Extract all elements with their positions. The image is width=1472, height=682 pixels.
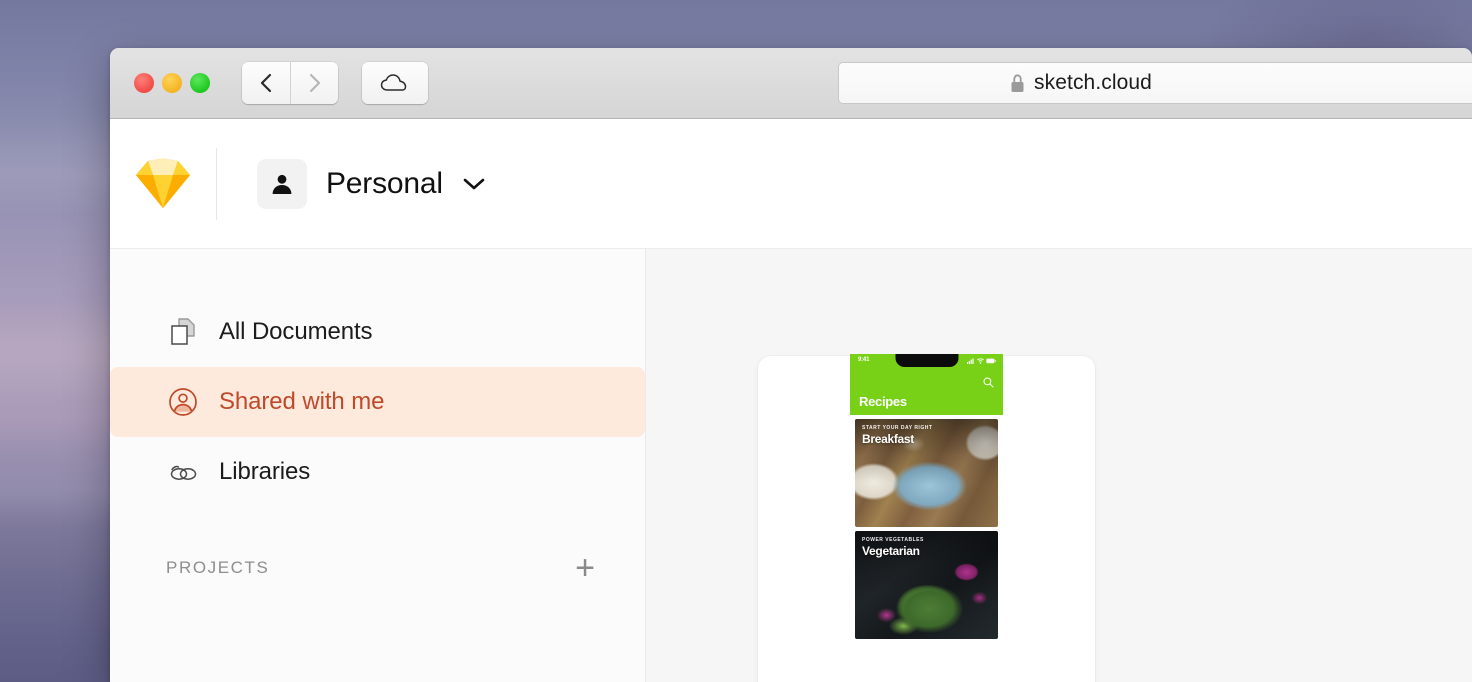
- status-icons: [967, 358, 996, 364]
- phone-nav-title: Recipes: [859, 394, 907, 409]
- cloud-icon: [380, 74, 407, 91]
- close-button[interactable]: [134, 73, 154, 93]
- sidebar-item-label: All Documents: [219, 318, 373, 345]
- main-canvas: 9:41 Recipes START YOUR DAY RIGHT Breakf…: [646, 249, 1472, 682]
- card-title: Vegetarian: [862, 544, 920, 558]
- phone-notch: [895, 354, 958, 367]
- workspace-switcher[interactable]: Personal: [257, 158, 486, 209]
- card-kicker: POWER VEGETABLES: [862, 537, 924, 543]
- card-kicker: START YOUR DAY RIGHT: [862, 425, 933, 431]
- minimize-button[interactable]: [162, 73, 182, 93]
- workspace-name: Personal: [326, 166, 443, 200]
- sketch-logo[interactable]: [110, 119, 216, 248]
- phone-nav-bar: Recipes: [850, 371, 1003, 415]
- browser-window: sketch.cloud Personal All Documents Shar…: [110, 48, 1472, 682]
- document-card[interactable]: 9:41 Recipes START YOUR DAY RIGHT Breakf…: [758, 354, 1095, 682]
- sidebar-item-libraries[interactable]: Libraries: [110, 437, 645, 507]
- sidebar-item-shared-with-me[interactable]: Shared with me: [110, 367, 645, 437]
- forward-button[interactable]: [290, 62, 338, 104]
- chevron-down-icon[interactable]: [462, 176, 486, 191]
- browser-toolbar: sketch.cloud: [110, 48, 1472, 119]
- person-icon: [272, 174, 292, 194]
- documents-icon: [171, 318, 195, 345]
- projects-title: PROJECTS: [166, 558, 270, 577]
- header-divider: [216, 147, 217, 220]
- lock-icon: [1011, 73, 1024, 92]
- recipe-card-breakfast[interactable]: START YOUR DAY RIGHT Breakfast: [855, 419, 998, 527]
- libraries-link-icon: [170, 465, 197, 480]
- window-traffic-lights: [134, 73, 210, 93]
- desktop-background: sketch.cloud Personal All Documents Shar…: [0, 0, 1472, 682]
- sidebar-item-label: Libraries: [219, 458, 311, 485]
- app-header: Personal: [110, 119, 1472, 249]
- recipe-card-vegetarian[interactable]: POWER VEGETABLES Vegetarian: [855, 531, 998, 639]
- url-text: sketch.cloud: [1034, 71, 1152, 94]
- phone-preview: 9:41 Recipes START YOUR DAY RIGHT Breakf…: [850, 354, 1003, 682]
- wifi-icon: [976, 358, 984, 364]
- sidebar-item-label: Shared with me: [219, 388, 385, 415]
- status-time: 9:41: [858, 357, 870, 363]
- chevron-right-icon: [309, 73, 320, 93]
- sketch-diamond-logo: [136, 158, 190, 208]
- sidebar-item-all-documents[interactable]: All Documents: [110, 297, 645, 367]
- shared-person-icon: [169, 388, 197, 416]
- phone-status-bar: 9:41: [850, 354, 1003, 371]
- avatar[interactable]: [257, 158, 307, 209]
- address-bar[interactable]: sketch.cloud: [838, 62, 1472, 104]
- app-body: All Documents Shared with me Libraries P…: [110, 249, 1472, 682]
- projects-section-header: PROJECTS +: [110, 551, 645, 585]
- zoom-button[interactable]: [190, 73, 210, 93]
- battery-icon: [986, 358, 996, 364]
- navigation-buttons: [242, 62, 338, 104]
- card-title: Breakfast: [862, 432, 914, 446]
- plus-icon[interactable]: +: [575, 551, 595, 585]
- back-button[interactable]: [242, 62, 290, 104]
- sidebar: All Documents Shared with me Libraries P…: [110, 249, 646, 682]
- icloud-tabs-button[interactable]: [362, 62, 428, 104]
- chevron-left-icon: [260, 73, 272, 93]
- cellular-signal-icon: [967, 358, 974, 364]
- search-icon[interactable]: [983, 377, 994, 388]
